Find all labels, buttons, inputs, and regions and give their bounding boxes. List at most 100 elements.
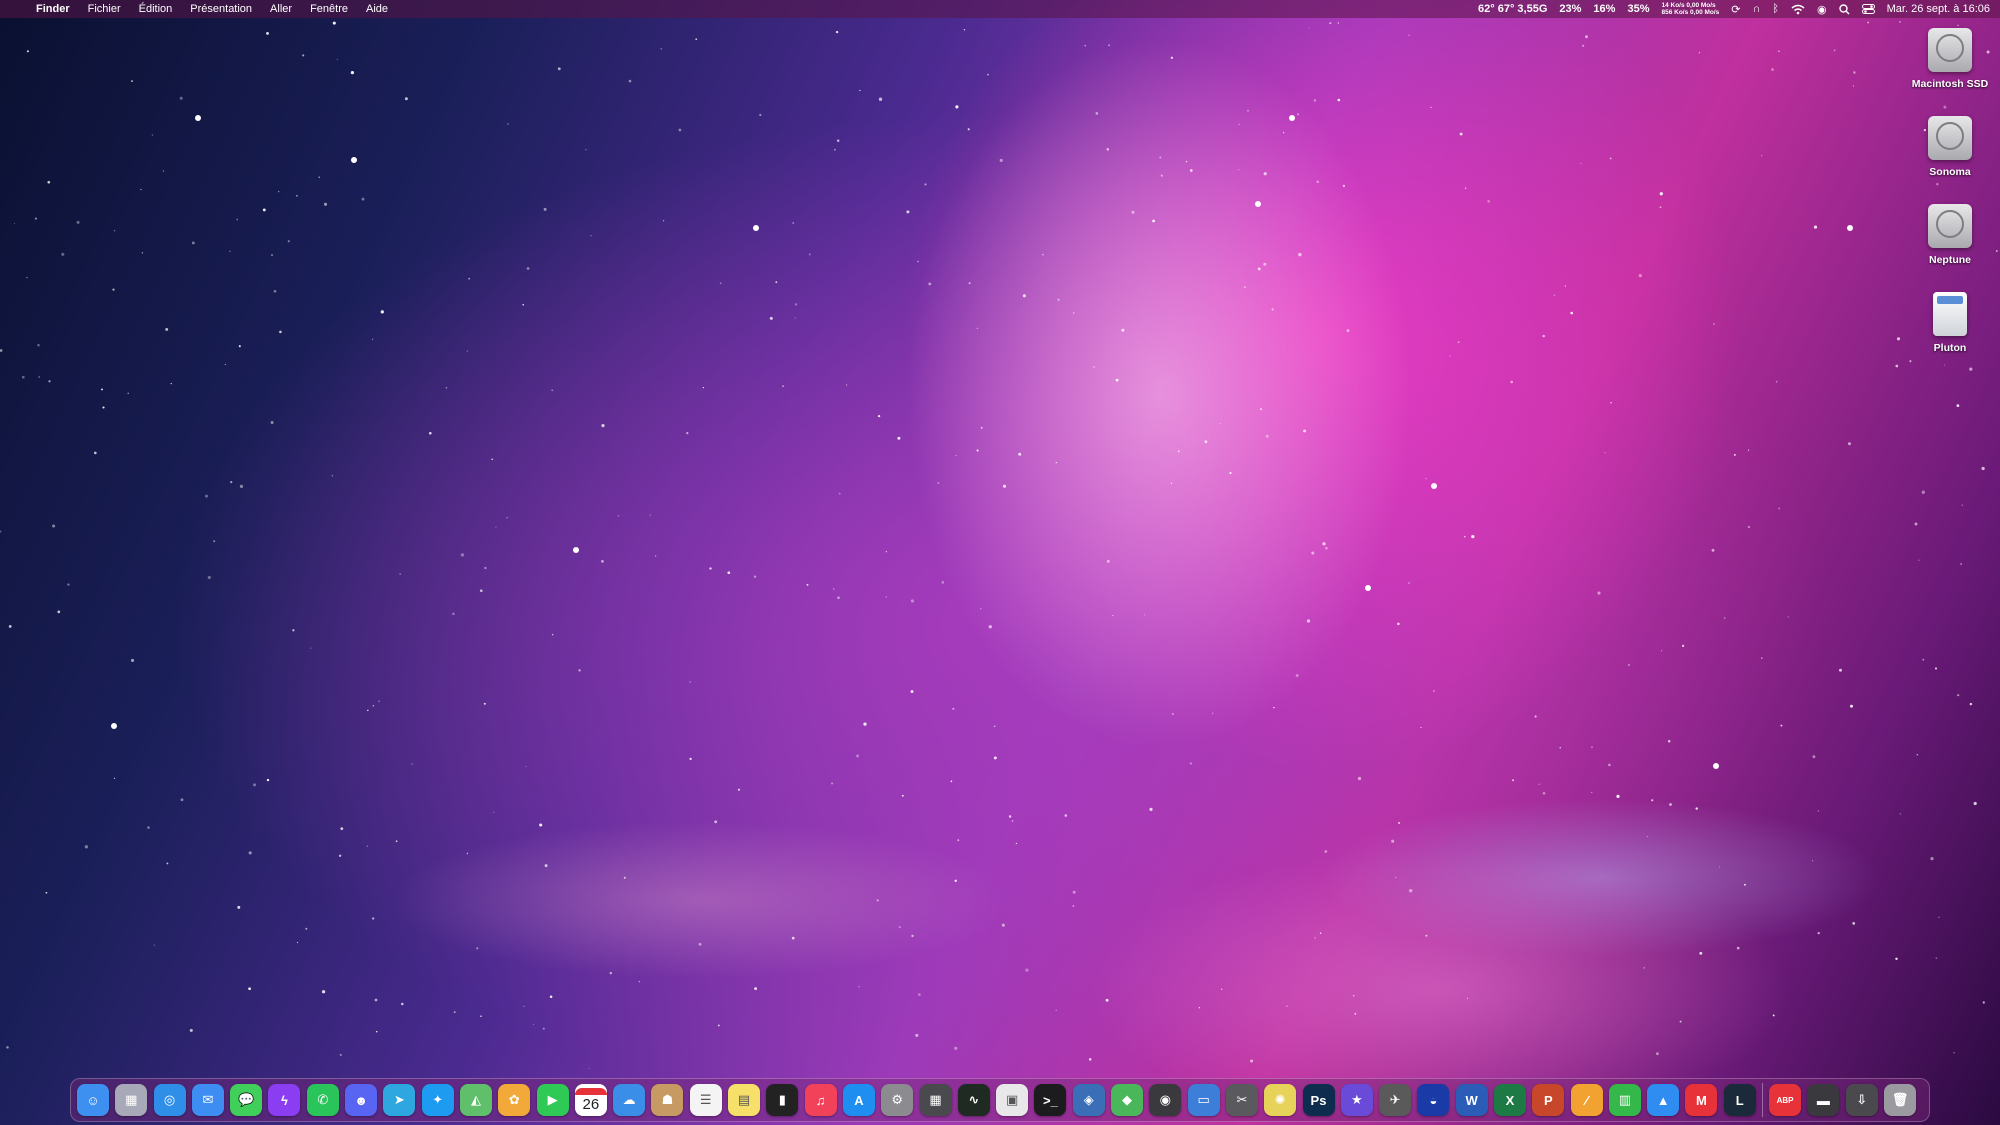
- star: [1761, 657, 1763, 659]
- dock-app-powerpoint[interactable]: P: [1532, 1084, 1565, 1116]
- bright-star: [753, 225, 759, 231]
- star: [61, 252, 65, 256]
- star: [179, 96, 183, 100]
- contacts-icon: ☗: [661, 1092, 674, 1107]
- dock-app-reminders[interactable]: ☰: [689, 1084, 722, 1116]
- star: [1981, 466, 1985, 471]
- dock-app-messages[interactable]: 💬: [230, 1084, 263, 1116]
- star: [957, 839, 960, 842]
- headphones-icon[interactable]: ∩: [1753, 3, 1761, 15]
- dock-app-keynote[interactable]: ▲: [1647, 1084, 1680, 1116]
- dock-app-photoshop[interactable]: Ps: [1302, 1084, 1335, 1116]
- dock-app-music[interactable]: ♫: [804, 1084, 837, 1116]
- desktop-item-neptune[interactable]: Neptune: [1908, 200, 1992, 288]
- calendar-header: [574, 1087, 607, 1095]
- star: [1265, 434, 1269, 438]
- dock-app-excel[interactable]: X: [1493, 1084, 1526, 1116]
- menu-fenetre[interactable]: Fenêtre: [310, 3, 348, 15]
- dock-app-disk-app[interactable]: ▬: [1807, 1084, 1840, 1116]
- dock-app-virtualbox[interactable]: ◈: [1072, 1084, 1105, 1116]
- network-status[interactable]: 14 Ko/s 0,00 Mo/s 856 Ko/s 0,00 Mo/s: [1661, 2, 1719, 16]
- dock-app-trash[interactable]: 🗑: [1883, 1084, 1916, 1116]
- dock-app-3d-builder[interactable]: ◆: [1111, 1084, 1144, 1116]
- star: [266, 778, 270, 782]
- dock-app-notes[interactable]: ▤: [728, 1084, 761, 1116]
- memory-status[interactable]: 16%: [1593, 3, 1615, 15]
- dock-app-drone-app[interactable]: ✈: [1379, 1084, 1412, 1116]
- dock-app-reeder[interactable]: M: [1685, 1084, 1718, 1116]
- cpu-status[interactable]: 23%: [1559, 3, 1581, 15]
- star: [1895, 957, 1898, 961]
- control-center-icon[interactable]: [1861, 4, 1875, 14]
- dock-app-istat-menus[interactable]: ▮: [766, 1084, 799, 1116]
- dock-app-adblock[interactable]: ABP: [1769, 1084, 1802, 1116]
- menu-app-name[interactable]: Finder: [36, 3, 70, 15]
- spotlight-search-icon[interactable]: [1838, 3, 1850, 15]
- hard-drive-icon: [1928, 116, 1972, 160]
- dock-app-finder[interactable]: ☺: [77, 1084, 109, 1116]
- dock-app-activity-monitor[interactable]: ∿: [957, 1084, 990, 1116]
- clock[interactable]: Mar. 26 sept. à 16:06: [1887, 3, 1990, 15]
- star: [1659, 206, 1662, 209]
- dock-app-sunrise-app[interactable]: ◒: [1417, 1084, 1450, 1116]
- dock-app-discord[interactable]: ☻: [345, 1084, 378, 1116]
- safari-icon: ◎: [163, 1092, 176, 1107]
- bluetooth-icon[interactable]: ᛒ: [1772, 3, 1779, 15]
- dock-app-whatsapp[interactable]: ✆: [306, 1084, 339, 1116]
- dock-app-maps[interactable]: ◭: [459, 1084, 492, 1116]
- dock-app-calculator[interactable]: ▦: [919, 1084, 952, 1116]
- menu-aller[interactable]: Aller: [270, 3, 292, 15]
- menu-presentation[interactable]: Présentation: [190, 3, 252, 15]
- star: [1867, 21, 1870, 24]
- dock-app-preview-blue[interactable]: ▭: [1187, 1084, 1220, 1116]
- dock-app-photos[interactable]: ✿: [498, 1084, 531, 1116]
- dock-app-safari[interactable]: ◎: [153, 1084, 186, 1116]
- temperature-status[interactable]: 62° 67° 3,55G: [1478, 3, 1547, 15]
- dock-app-league-of-legends[interactable]: L: [1723, 1084, 1756, 1116]
- star: [34, 217, 38, 220]
- star: [6, 1046, 9, 1049]
- menu-aide[interactable]: Aide: [366, 3, 388, 15]
- dock-app-mail[interactable]: ✉: [191, 1084, 224, 1116]
- wifi-icon[interactable]: [1791, 4, 1805, 15]
- dock-app-screenshot[interactable]: ◉: [1149, 1084, 1182, 1116]
- star: [980, 426, 983, 429]
- star: [976, 327, 978, 329]
- dock-app-weather[interactable]: ☁: [613, 1084, 646, 1116]
- dock-app-messenger[interactable]: ϟ: [268, 1084, 301, 1116]
- dock-app-utility-app[interactable]: ✂: [1225, 1084, 1258, 1116]
- disk-status[interactable]: 35%: [1627, 3, 1649, 15]
- star: [1247, 109, 1249, 112]
- dock-app-telegram[interactable]: ➤: [383, 1084, 416, 1116]
- sync-icon[interactable]: ⟳: [1731, 3, 1740, 16]
- dock-app-pages[interactable]: ∕: [1570, 1084, 1603, 1116]
- dock-app-preview[interactable]: ▣: [996, 1084, 1029, 1116]
- star: [224, 363, 227, 366]
- dock-app-system-settings[interactable]: ⚙: [881, 1084, 914, 1116]
- dock-app-calendar[interactable]: 26: [574, 1084, 607, 1116]
- star: [1682, 644, 1685, 647]
- star: [507, 123, 509, 125]
- screen-mirroring-icon[interactable]: ◉: [1817, 3, 1827, 16]
- desktop-item-pluton[interactable]: Pluton: [1908, 288, 1992, 376]
- dock-app-final-cut[interactable]: ✺: [1264, 1084, 1297, 1116]
- dock-app-imovie[interactable]: ★: [1340, 1084, 1373, 1116]
- dock-app-app-store[interactable]: A: [842, 1084, 875, 1116]
- dock-app-facetime[interactable]: ▶: [536, 1084, 569, 1116]
- menu-edition[interactable]: Édition: [139, 3, 173, 15]
- star: [37, 344, 40, 347]
- dock-app-word[interactable]: W: [1455, 1084, 1488, 1116]
- desktop-item-macintosh-ssd[interactable]: Macintosh SSD: [1908, 24, 1992, 112]
- star: [1850, 704, 1853, 708]
- dock-app-terminal[interactable]: >_: [1034, 1084, 1067, 1116]
- dock-app-numbers[interactable]: ▥: [1608, 1084, 1641, 1116]
- dock-app-downloads[interactable]: ⇩: [1845, 1084, 1878, 1116]
- desktop-item-sonoma[interactable]: Sonoma: [1908, 112, 1992, 200]
- dock-app-contacts[interactable]: ☗: [651, 1084, 684, 1116]
- dock-app-launchpad[interactable]: ▦: [115, 1084, 148, 1116]
- star: [1313, 99, 1316, 102]
- star: [296, 194, 298, 197]
- menu-fichier[interactable]: Fichier: [88, 3, 121, 15]
- dock-app-twitter[interactable]: ✦: [421, 1084, 454, 1116]
- star: [689, 757, 692, 761]
